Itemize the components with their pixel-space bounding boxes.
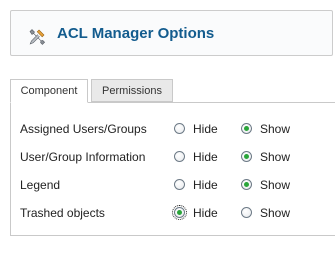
page-header: ACL Manager Options [10,10,333,56]
hide-label[interactable]: Hide [193,119,218,139]
hide-radio[interactable] [174,151,185,162]
hide-label[interactable]: Hide [193,203,218,223]
show-label[interactable]: Show [260,147,290,167]
tab-permissions[interactable]: Permissions [91,79,173,102]
show-radio[interactable] [241,151,252,162]
show-label[interactable]: Show [260,175,290,195]
option-label: Assigned Users/Groups [20,122,147,136]
option-row-trashed-objects: Trashed objects Hide Show [11,203,335,223]
page-title: ACL Manager Options [57,25,215,42]
options-panel: Assigned Users/Groups Hide Show User/Gro… [10,102,335,236]
show-label[interactable]: Show [260,203,290,223]
option-row-legend: Legend Hide Show [11,175,335,195]
tab-component[interactable]: Component [10,79,88,103]
show-label[interactable]: Show [260,119,290,139]
show-radio[interactable] [241,179,252,190]
hide-radio[interactable] [174,179,185,190]
option-label: User/Group Information [20,150,146,164]
option-label: Trashed objects [20,206,105,220]
hide-label[interactable]: Hide [193,175,218,195]
hide-label[interactable]: Hide [193,147,218,167]
option-row-assigned-users-groups: Assigned Users/Groups Hide Show [11,119,335,139]
hide-radio[interactable] [174,123,185,134]
hide-radio[interactable] [172,205,187,220]
option-row-user-group-information: User/Group Information Hide Show [11,147,335,167]
tools-icon [29,29,46,45]
option-label: Legend [20,178,61,192]
show-radio[interactable] [241,207,252,218]
show-radio[interactable] [241,123,252,134]
